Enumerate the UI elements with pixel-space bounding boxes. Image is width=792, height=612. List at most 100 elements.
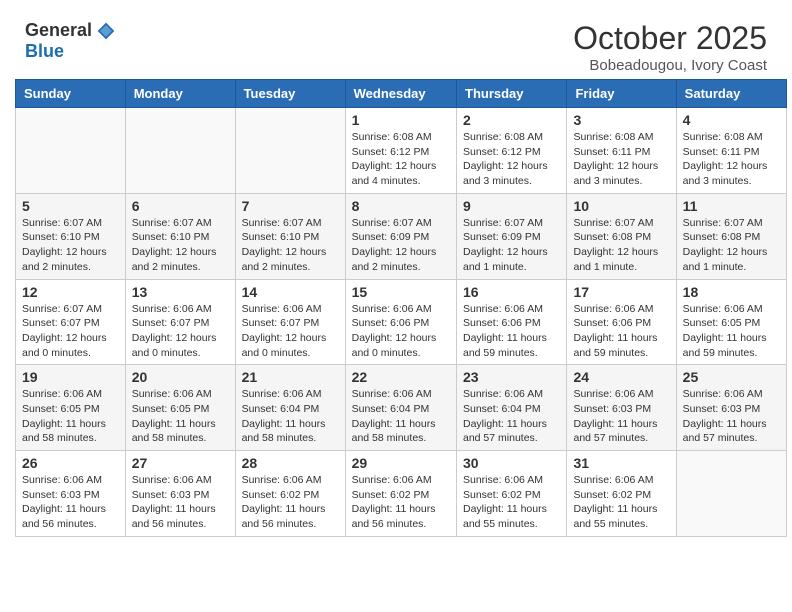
- calendar-cell: 5 Sunrise: 6:07 AM Sunset: 6:10 PM Daylig…: [16, 193, 126, 279]
- day-number: 15: [352, 284, 450, 300]
- calendar-cell: 29 Sunrise: 6:06 AM Sunset: 6:02 PM Dayli…: [345, 451, 456, 537]
- day-number: 24: [573, 369, 669, 385]
- day-number: 28: [242, 455, 339, 471]
- day-number: 8: [352, 198, 450, 214]
- column-header-tuesday: Tuesday: [235, 80, 345, 108]
- column-header-saturday: Saturday: [676, 80, 786, 108]
- calendar-cell: 12 Sunrise: 6:07 AM Sunset: 6:07 PM Dayli…: [16, 279, 126, 365]
- calendar-table: SundayMondayTuesdayWednesdayThursdayFrid…: [15, 79, 787, 537]
- month-title: October 2025: [573, 20, 767, 57]
- day-number: 10: [573, 198, 669, 214]
- calendar-cell: [125, 108, 235, 194]
- day-number: 19: [22, 369, 119, 385]
- calendar-cell: 8 Sunrise: 6:07 AM Sunset: 6:09 PM Daylig…: [345, 193, 456, 279]
- day-number: 13: [132, 284, 229, 300]
- day-info: Sunrise: 6:07 AM Sunset: 6:10 PM Dayligh…: [242, 216, 339, 275]
- calendar-cell: 30 Sunrise: 6:06 AM Sunset: 6:02 PM Dayli…: [457, 451, 567, 537]
- day-number: 18: [683, 284, 780, 300]
- day-info: Sunrise: 6:06 AM Sunset: 6:04 PM Dayligh…: [352, 387, 450, 446]
- day-info: Sunrise: 6:07 AM Sunset: 6:10 PM Dayligh…: [22, 216, 119, 275]
- day-info: Sunrise: 6:06 AM Sunset: 6:06 PM Dayligh…: [463, 302, 560, 361]
- day-info: Sunrise: 6:06 AM Sunset: 6:02 PM Dayligh…: [463, 473, 560, 532]
- day-info: Sunrise: 6:07 AM Sunset: 6:09 PM Dayligh…: [352, 216, 450, 275]
- logo: General Blue: [25, 20, 116, 62]
- title-block: October 2025 Bobeadougou, Ivory Coast: [573, 20, 767, 74]
- day-number: 4: [683, 112, 780, 128]
- day-info: Sunrise: 6:07 AM Sunset: 6:08 PM Dayligh…: [573, 216, 669, 275]
- day-info: Sunrise: 6:06 AM Sunset: 6:02 PM Dayligh…: [352, 473, 450, 532]
- day-info: Sunrise: 6:06 AM Sunset: 6:07 PM Dayligh…: [242, 302, 339, 361]
- day-info: Sunrise: 6:07 AM Sunset: 6:08 PM Dayligh…: [683, 216, 780, 275]
- day-number: 12: [22, 284, 119, 300]
- day-info: Sunrise: 6:08 AM Sunset: 6:12 PM Dayligh…: [463, 130, 560, 189]
- logo-icon: [96, 21, 116, 41]
- calendar-cell: 22 Sunrise: 6:06 AM Sunset: 6:04 PM Dayli…: [345, 365, 456, 451]
- day-info: Sunrise: 6:06 AM Sunset: 6:02 PM Dayligh…: [573, 473, 669, 532]
- calendar-cell: 14Sunrise: 6:06 AM Sunset: 6:07 PM Dayli…: [235, 279, 345, 365]
- day-number: 25: [683, 369, 780, 385]
- day-number: 21: [242, 369, 339, 385]
- calendar-cell: [16, 108, 126, 194]
- week-row-1: 1 Sunrise: 6:08 AM Sunset: 6:12 PM Daylig…: [16, 108, 787, 194]
- calendar-cell: 26 Sunrise: 6:06 AM Sunset: 6:03 PM Dayli…: [16, 451, 126, 537]
- calendar-cell: [676, 451, 786, 537]
- day-info: Sunrise: 6:06 AM Sunset: 6:03 PM Dayligh…: [132, 473, 229, 532]
- calendar-cell: 6 Sunrise: 6:07 AM Sunset: 6:10 PM Daylig…: [125, 193, 235, 279]
- day-number: 29: [352, 455, 450, 471]
- calendar-cell: 27 Sunrise: 6:06 AM Sunset: 6:03 PM Dayli…: [125, 451, 235, 537]
- day-number: 22: [352, 369, 450, 385]
- day-number: 27: [132, 455, 229, 471]
- column-header-sunday: Sunday: [16, 80, 126, 108]
- day-info: Sunrise: 6:07 AM Sunset: 6:10 PM Dayligh…: [132, 216, 229, 275]
- calendar-cell: 13Sunrise: 6:06 AM Sunset: 6:07 PM Dayli…: [125, 279, 235, 365]
- day-number: 1: [352, 112, 450, 128]
- day-number: 7: [242, 198, 339, 214]
- week-row-3: 12 Sunrise: 6:07 AM Sunset: 6:07 PM Dayli…: [16, 279, 787, 365]
- day-number: 5: [22, 198, 119, 214]
- day-info: Sunrise: 6:06 AM Sunset: 6:04 PM Dayligh…: [463, 387, 560, 446]
- calendar-cell: 2Sunrise: 6:08 AM Sunset: 6:12 PM Daylig…: [457, 108, 567, 194]
- calendar-cell: 20Sunrise: 6:06 AM Sunset: 6:05 PM Dayli…: [125, 365, 235, 451]
- day-info: Sunrise: 6:08 AM Sunset: 6:11 PM Dayligh…: [683, 130, 780, 189]
- column-header-monday: Monday: [125, 80, 235, 108]
- calendar-cell: [235, 108, 345, 194]
- calendar-cell: 4 Sunrise: 6:08 AM Sunset: 6:11 PM Daylig…: [676, 108, 786, 194]
- logo-general-text: General: [25, 20, 92, 41]
- day-number: 30: [463, 455, 560, 471]
- calendar-cell: 1Sunrise: 6:08 AM Sunset: 6:12 PM Daylig…: [345, 108, 456, 194]
- day-info: Sunrise: 6:06 AM Sunset: 6:06 PM Dayligh…: [573, 302, 669, 361]
- calendar-cell: 11 Sunrise: 6:07 AM Sunset: 6:08 PM Dayli…: [676, 193, 786, 279]
- calendar-cell: 31 Sunrise: 6:06 AM Sunset: 6:02 PM Dayli…: [567, 451, 676, 537]
- location: Bobeadougou, Ivory Coast: [573, 57, 767, 74]
- day-info: Sunrise: 6:06 AM Sunset: 6:05 PM Dayligh…: [132, 387, 229, 446]
- calendar-cell: 19Sunrise: 6:06 AM Sunset: 6:05 PM Dayli…: [16, 365, 126, 451]
- day-number: 6: [132, 198, 229, 214]
- calendar-cell: 10 Sunrise: 6:07 AM Sunset: 6:08 PM Dayli…: [567, 193, 676, 279]
- day-info: Sunrise: 6:06 AM Sunset: 6:06 PM Dayligh…: [352, 302, 450, 361]
- day-info: Sunrise: 6:07 AM Sunset: 6:07 PM Dayligh…: [22, 302, 119, 361]
- day-info: Sunrise: 6:07 AM Sunset: 6:09 PM Dayligh…: [463, 216, 560, 275]
- day-info: Sunrise: 6:06 AM Sunset: 6:03 PM Dayligh…: [683, 387, 780, 446]
- day-number: 9: [463, 198, 560, 214]
- day-info: Sunrise: 6:08 AM Sunset: 6:11 PM Dayligh…: [573, 130, 669, 189]
- calendar-cell: 18Sunrise: 6:06 AM Sunset: 6:05 PM Dayli…: [676, 279, 786, 365]
- calendar-cell: 28Sunrise: 6:06 AM Sunset: 6:02 PM Dayli…: [235, 451, 345, 537]
- day-info: Sunrise: 6:06 AM Sunset: 6:04 PM Dayligh…: [242, 387, 339, 446]
- logo-blue-text: Blue: [25, 41, 64, 62]
- day-number: 11: [683, 198, 780, 214]
- week-row-5: 26 Sunrise: 6:06 AM Sunset: 6:03 PM Dayli…: [16, 451, 787, 537]
- day-number: 31: [573, 455, 669, 471]
- day-number: 26: [22, 455, 119, 471]
- calendar-cell: 25 Sunrise: 6:06 AM Sunset: 6:03 PM Dayli…: [676, 365, 786, 451]
- calendar-cell: 15 Sunrise: 6:06 AM Sunset: 6:06 PM Dayli…: [345, 279, 456, 365]
- week-row-2: 5 Sunrise: 6:07 AM Sunset: 6:10 PM Daylig…: [16, 193, 787, 279]
- day-info: Sunrise: 6:06 AM Sunset: 6:03 PM Dayligh…: [22, 473, 119, 532]
- week-row-4: 19 Sunrise: 6:06 AM Sunset: 6:05 PM Dayli…: [16, 365, 787, 451]
- column-header-thursday: Thursday: [457, 80, 567, 108]
- calendar-cell: 7 Sunrise: 6:07 AM Sunset: 6:10 PM Daylig…: [235, 193, 345, 279]
- column-header-wednesday: Wednesday: [345, 80, 456, 108]
- day-number: 17: [573, 284, 669, 300]
- day-number: 3: [573, 112, 669, 128]
- column-header-friday: Friday: [567, 80, 676, 108]
- header-row: SundayMondayTuesdayWednesdayThursdayFrid…: [16, 80, 787, 108]
